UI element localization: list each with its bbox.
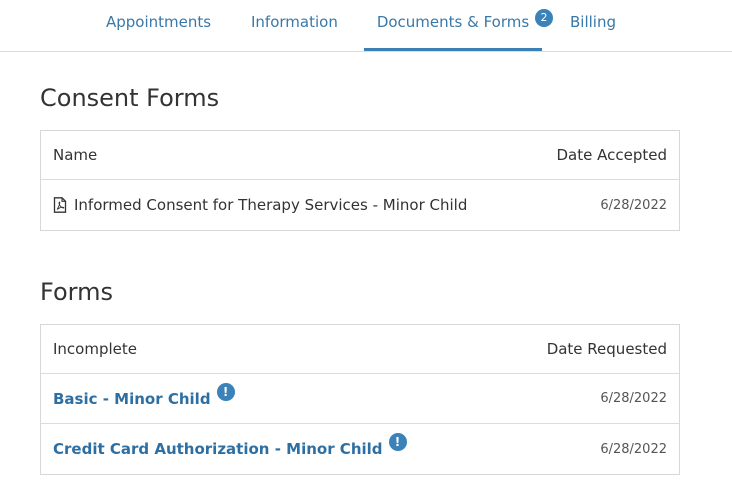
- alert-icon: !: [216, 382, 235, 401]
- tab-documents-forms-label: Documents & Forms: [376, 13, 530, 31]
- tab-badge-count: 2: [535, 9, 553, 27]
- table-row[interactable]: Informed Consent for Therapy Services - …: [41, 180, 679, 230]
- form-link-credit-card-authorization[interactable]: Credit Card Authorization - Minor Child: [53, 440, 383, 458]
- forms-heading: Forms: [40, 278, 113, 306]
- tab-information[interactable]: Information: [251, 0, 338, 51]
- consent-form-date: 6/28/2022: [600, 197, 667, 213]
- table-header-row: Incomplete Date Requested: [41, 325, 679, 374]
- table-row[interactable]: Credit Card Authorization - Minor Child …: [41, 424, 679, 474]
- column-header-date-requested: Date Requested: [546, 340, 667, 358]
- alert-icon: !: [388, 433, 407, 451]
- tab-appointments[interactable]: Appointments: [106, 0, 211, 51]
- column-header-name: Name: [53, 146, 98, 164]
- tab-billing[interactable]: Billing: [570, 0, 616, 51]
- form-link-basic-minor-child[interactable]: Basic - Minor Child: [53, 390, 211, 408]
- pdf-icon: [53, 197, 67, 213]
- forms-table: Incomplete Date Requested Basic - Minor …: [40, 324, 680, 475]
- consent-forms-heading: Consent Forms: [40, 84, 220, 112]
- column-header-incomplete: Incomplete: [53, 340, 137, 358]
- consent-forms-table: Name Date Accepted Informed Consent for …: [40, 130, 680, 231]
- tab-documents-forms[interactable]: Documents & Forms: [364, 0, 542, 51]
- tab-bar: Appointments Information Documents & For…: [0, 0, 732, 52]
- table-row[interactable]: Basic - Minor Child ! 6/28/2022: [41, 374, 679, 424]
- form-date-requested: 6/28/2022: [600, 441, 667, 457]
- column-header-date-accepted: Date Accepted: [556, 146, 668, 164]
- consent-form-name[interactable]: Informed Consent for Therapy Services - …: [74, 196, 467, 214]
- table-header-row: Name Date Accepted: [41, 131, 679, 180]
- form-date-requested: 6/28/2022: [600, 391, 667, 406]
